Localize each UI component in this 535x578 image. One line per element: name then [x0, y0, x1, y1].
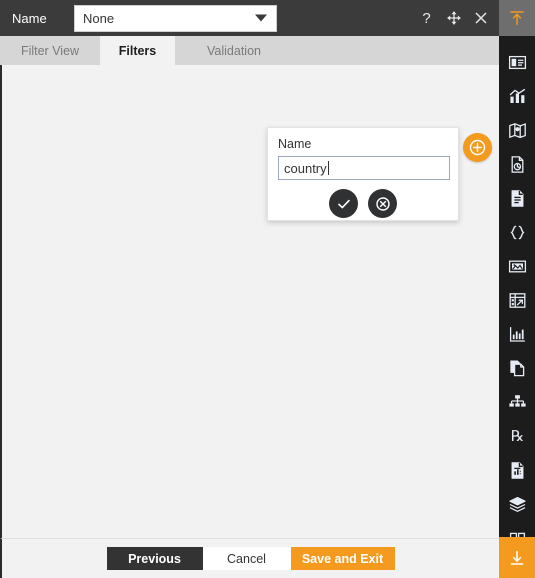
- new-filter-popup: Name country: [267, 127, 459, 221]
- popup-name-label: Name: [278, 137, 312, 151]
- tab-bar: Filter View Filters Validation: [0, 36, 499, 65]
- help-icon[interactable]: ?: [418, 9, 435, 27]
- cancel-button[interactable]: [368, 189, 397, 218]
- filters-content-area: Name country: [0, 65, 499, 538]
- bar-chart-icon[interactable]: [499, 79, 535, 113]
- upload-arrow-icon[interactable]: [499, 0, 535, 36]
- layers-icon[interactable]: [499, 487, 535, 521]
- move-icon[interactable]: [445, 9, 462, 27]
- document-text-icon[interactable]: [499, 181, 535, 215]
- document-refresh-icon[interactable]: [499, 147, 535, 181]
- hierarchy-icon[interactable]: [499, 385, 535, 419]
- svg-text:℞: ℞: [510, 429, 523, 445]
- line-chart-icon[interactable]: [499, 317, 535, 351]
- svg-text:?: ?: [422, 10, 430, 26]
- name-label: Name: [12, 10, 47, 26]
- tab-filter-view[interactable]: Filter View: [0, 36, 100, 65]
- image-icon[interactable]: [499, 249, 535, 283]
- panel-layout-icon[interactable]: [499, 45, 535, 79]
- toolbar-icon-list: ℞: [499, 36, 535, 555]
- chevron-down-icon: [255, 14, 267, 22]
- text-caret: [327, 161, 329, 175]
- tab-validation[interactable]: Validation: [175, 36, 293, 65]
- filter-select-value: None: [83, 10, 115, 26]
- table-icon[interactable]: [499, 283, 535, 317]
- application-window: Name None ? Filter View Filters Validati…: [0, 0, 535, 578]
- previous-button[interactable]: Previous: [106, 547, 203, 570]
- footer-button-bar: Previous Cancel Save and Exit: [0, 538, 499, 578]
- prescription-rx-icon[interactable]: ℞: [499, 419, 535, 453]
- window-header: Name None ?: [0, 0, 499, 36]
- document-chart-icon[interactable]: [499, 453, 535, 487]
- footer-cancel-button[interactable]: Cancel: [202, 547, 291, 570]
- map-pin-icon[interactable]: [499, 113, 535, 147]
- save-and-exit-button[interactable]: Save and Exit: [290, 547, 395, 570]
- popup-action-row: [278, 189, 448, 218]
- confirm-button[interactable]: [329, 189, 358, 218]
- window-controls: ?: [418, 0, 499, 36]
- filter-name-input-value: country: [284, 160, 327, 176]
- curly-braces-icon[interactable]: [499, 215, 535, 249]
- tab-filters[interactable]: Filters: [100, 36, 175, 65]
- filter-select[interactable]: None: [74, 4, 277, 32]
- close-icon[interactable]: [472, 9, 489, 27]
- right-toolbar: ℞: [499, 0, 535, 578]
- download-arrow-icon[interactable]: [499, 537, 535, 578]
- add-filter-button[interactable]: [463, 133, 492, 162]
- copy-pages-icon[interactable]: [499, 351, 535, 385]
- filter-name-input[interactable]: country: [278, 156, 450, 180]
